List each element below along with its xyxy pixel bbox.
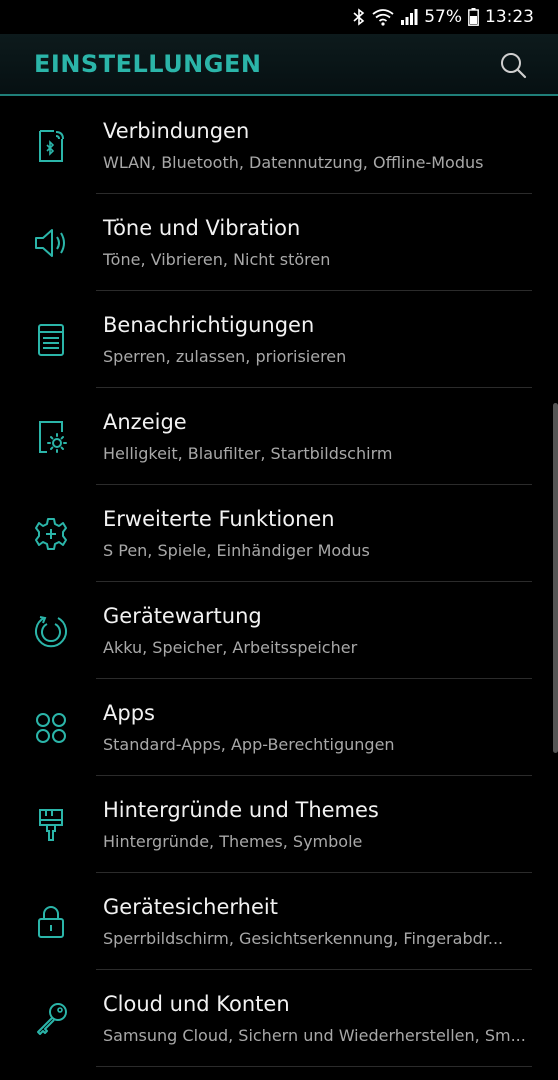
settings-item-label: Benachrichtigungen [103,313,315,337]
settings-item-toene[interactable]: Töne und Vibration Töne, Vibrieren, Nich… [0,194,558,291]
settings-item-apps[interactable]: Apps Standard-Apps, App-Berechtigungen [0,679,558,776]
status-bar: 57% 13:23 [0,0,558,34]
battery-percent: 57% [424,7,462,27]
settings-item-text: Erweiterte Funktionen S Pen, Spiele, Ein… [96,485,532,582]
settings-item-text: Gerätesicherheit Sperrbildschirm, Gesich… [96,873,532,970]
settings-item-text: Gerätewartung Akku, Speicher, Arbeitsspe… [96,582,532,679]
settings-item-verbindungen[interactable]: Verbindungen WLAN, Bluetooth, Datennutzu… [0,97,558,194]
settings-item-label: Töne und Vibration [103,216,301,240]
settings-item-subtitle: Akku, Speicher, Arbeitsspeicher [103,638,358,657]
settings-item-label: Verbindungen [103,119,250,143]
settings-item-cloud-konten[interactable]: Cloud und Konten Samsung Cloud, Sichern … [0,970,558,1067]
key-icon [37,1003,67,1035]
bluetooth-icon [353,8,365,26]
settings-item-label: Gerätesicherheit [103,895,278,919]
settings-item-anzeige[interactable]: Anzeige Helligkeit, Blaufilter, Startbil… [0,388,558,485]
display-icon [39,421,67,453]
settings-item-label: Hintergründe und Themes [103,798,379,822]
settings-item-subtitle: Helligkeit, Blaufilter, Startbildschirm [103,444,393,463]
app-header: EINSTELLUNGEN [0,34,558,96]
speaker-icon [35,229,65,257]
settings-item-text: Verbindungen WLAN, Bluetooth, Datennutzu… [96,97,532,194]
battery-icon [468,8,479,26]
apps-icon [36,713,66,743]
settings-list: Verbindungen WLAN, Bluetooth, Datennutzu… [0,97,558,1067]
settings-item-text: Cloud und Konten Samsung Cloud, Sichern … [96,970,532,1067]
connections-icon [39,130,64,162]
lock-icon [38,906,64,938]
settings-item-subtitle: WLAN, Bluetooth, Datennutzung, Offline-M… [103,153,484,172]
device-care-icon [35,616,67,648]
settings-item-subtitle: S Pen, Spiele, Einhändiger Modus [103,541,370,560]
search-icon[interactable] [498,50,530,82]
settings-item-label: Apps [103,701,155,725]
settings-item-geraetesicherheit[interactable]: Gerätesicherheit Sperrbildschirm, Gesich… [0,873,558,970]
settings-item-text: Benachrichtigungen Sperren, zulassen, pr… [96,291,532,388]
settings-item-benachrichtigungen[interactable]: Benachrichtigungen Sperren, zulassen, pr… [0,291,558,388]
settings-item-subtitle: Sperrbildschirm, Gesichtserkennung, Fing… [103,929,504,948]
notifications-icon [38,324,64,356]
page-title: EINSTELLUNGEN [34,50,262,78]
settings-item-label: Gerätewartung [103,604,262,628]
settings-item-label: Cloud und Konten [103,992,290,1016]
gear-plus-icon [35,518,67,550]
settings-item-subtitle: Hintergründe, Themes, Symbole [103,832,363,851]
signal-icon [401,9,418,25]
settings-item-geraetewartung[interactable]: Gerätewartung Akku, Speicher, Arbeitsspe… [0,582,558,679]
settings-item-subtitle: Standard-Apps, App-Berechtigungen [103,735,395,754]
settings-item-text: Apps Standard-Apps, App-Berechtigungen [96,679,532,776]
settings-item-subtitle: Samsung Cloud, Sichern und Wiederherstel… [103,1026,526,1045]
settings-item-erweiterte-funktionen[interactable]: Erweiterte Funktionen S Pen, Spiele, Ein… [0,485,558,582]
settings-item-subtitle: Sperren, zulassen, priorisieren [103,347,347,366]
settings-item-text: Anzeige Helligkeit, Blaufilter, Startbil… [96,388,532,485]
settings-item-hintergruende[interactable]: Hintergründe und Themes Hintergründe, Th… [0,776,558,873]
scrollbar[interactable] [553,403,558,753]
settings-item-text: Töne und Vibration Töne, Vibrieren, Nich… [96,194,532,291]
settings-item-subtitle: Töne, Vibrieren, Nicht stören [103,250,331,269]
settings-item-label: Erweiterte Funktionen [103,507,335,531]
wifi-icon [372,9,394,26]
settings-item-text: Hintergründe und Themes Hintergründe, Th… [96,776,532,873]
settings-item-label: Anzeige [103,410,187,434]
brush-icon [39,809,63,841]
clock: 13:23 [485,7,534,27]
